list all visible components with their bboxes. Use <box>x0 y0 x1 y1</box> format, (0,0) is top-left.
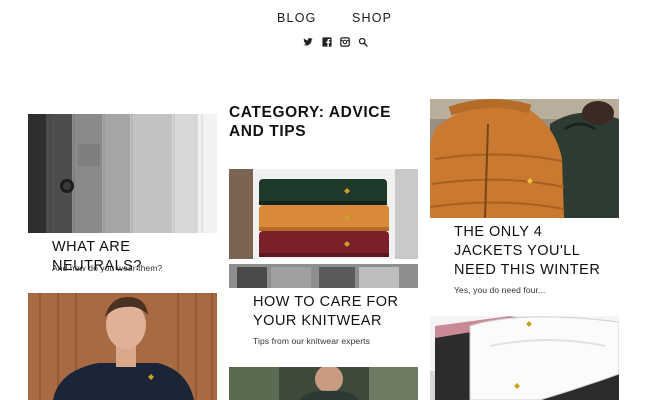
search-icon[interactable] <box>358 37 368 47</box>
post-card-neutrals[interactable]: WHAT ARE NEUTRALS? And how do you wear t… <box>28 114 217 274</box>
post-title[interactable]: THE ONLY 4 JACKETS YOU'LL NEED THIS WINT… <box>454 223 614 280</box>
nav-link-shop[interactable]: SHOP <box>352 11 392 25</box>
nav-link-blog[interactable]: BLOG <box>277 11 317 25</box>
twitter-icon[interactable] <box>303 37 313 47</box>
main-nav: BLOG SHOP <box>0 11 650 29</box>
post-subtitle: Yes, you do need four... <box>454 285 546 295</box>
post-card-knitwear[interactable]: HOW TO CARE FOR YOUR KNITWEAR Tips from … <box>229 169 418 349</box>
post-card-model[interactable] <box>28 293 217 400</box>
post-image-sweaters[interactable] <box>430 316 619 400</box>
post-subtitle: Tips from our knitwear experts <box>253 336 370 346</box>
facebook-icon[interactable] <box>322 37 332 47</box>
instagram-icon[interactable] <box>340 37 350 47</box>
category-title: CATEGORY: ADVICE AND TIPS <box>229 104 392 140</box>
post-card-forest[interactable] <box>229 367 418 400</box>
post-card-jackets[interactable]: THE ONLY 4 JACKETS YOU'LL NEED THIS WINT… <box>430 99 619 299</box>
post-image-jackets[interactable] <box>430 99 619 218</box>
post-image-forest[interactable] <box>229 367 418 400</box>
post-card-sweaters[interactable] <box>430 316 619 400</box>
post-subtitle: And how do you wear them? <box>52 263 163 273</box>
post-image-model[interactable] <box>28 293 217 400</box>
post-title[interactable]: HOW TO CARE FOR YOUR KNITWEAR <box>253 293 413 331</box>
post-image-knitwear[interactable] <box>229 169 418 288</box>
post-image-neutrals[interactable] <box>28 114 217 233</box>
social-links <box>300 37 372 48</box>
